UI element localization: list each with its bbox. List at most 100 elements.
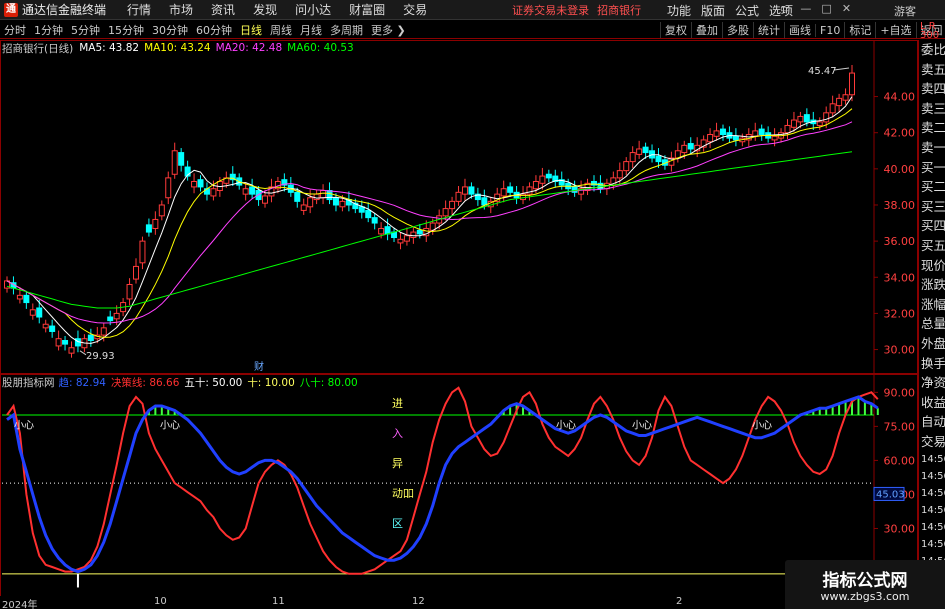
maximize-icon[interactable]: □	[821, 2, 831, 15]
chart-canvas[interactable]: 44.00 42.00 40.00 38.00 36.00 34.00 32.00 30.00…	[0, 40, 918, 596]
app-title: 通达信金融终端	[22, 3, 107, 17]
side-panel-item[interactable]: 卖一	[919, 138, 945, 158]
x-tick-label: 2024年	[2, 600, 38, 609]
draw-line-button[interactable]: 画线	[784, 22, 815, 38]
price-tick-label: 40.00	[884, 163, 916, 176]
statistics-button[interactable]: 统计	[753, 22, 784, 38]
candle-body	[829, 103, 836, 114]
candle-body	[629, 152, 636, 163]
price-tick-label: 38.00	[884, 199, 916, 212]
candle-body	[449, 200, 456, 210]
side-panel-item[interactable]: 总量	[919, 314, 945, 334]
side-panel-item[interactable]: 14:56	[919, 451, 945, 468]
candle-body	[732, 135, 739, 141]
menu-wealth-circle[interactable]: 财富圈	[340, 1, 394, 18]
side-panel-item[interactable]: 14:56	[919, 485, 945, 502]
close-icon[interactable]: ✕	[842, 2, 851, 15]
side-panel-item[interactable]: 卖四	[919, 79, 945, 99]
period-15min[interactable]: 15分钟	[104, 22, 148, 38]
ma60-label: MA60: 40.53	[287, 42, 354, 54]
minimize-icon[interactable]: —	[800, 2, 811, 15]
side-panel-item[interactable]: 14:56	[919, 519, 945, 536]
login-warning[interactable]: 证券交易未登录	[512, 2, 589, 18]
side-panel-item[interactable]: 买四	[919, 216, 945, 236]
app-logo-icon: 通	[4, 2, 18, 17]
guest-login[interactable]: 游客	[894, 3, 916, 19]
side-panel-item[interactable]: 买一	[919, 158, 945, 178]
candle-body	[307, 197, 314, 208]
period-5min[interactable]: 5分钟	[67, 22, 104, 38]
candle-body	[545, 173, 552, 179]
period-1min[interactable]: 1分钟	[30, 22, 67, 38]
menu-discover[interactable]: 发现	[244, 1, 286, 18]
menu-quotes[interactable]: 行情	[118, 1, 160, 18]
candle-body	[133, 265, 140, 280]
menu-ask[interactable]: 问小达	[286, 1, 340, 18]
f10-button[interactable]: F10	[815, 23, 844, 37]
caution-label: 小心	[14, 420, 34, 432]
menu-formula[interactable]: 公式	[730, 2, 764, 19]
ten-param: 十: 10.00	[247, 376, 295, 389]
side-panel-item[interactable]: 买三	[919, 197, 945, 217]
side-panel-item[interactable]: 自动	[919, 412, 945, 432]
candle-body	[171, 150, 178, 175]
side-panel-item[interactable]: 净资	[919, 373, 945, 393]
candle-body	[16, 294, 23, 300]
candle-body	[165, 177, 172, 199]
side-panel-item[interactable]: 涨幅	[919, 295, 945, 315]
side-panel-item[interactable]: 14:56	[919, 536, 945, 553]
overlay-button[interactable]: 叠加	[691, 22, 722, 38]
menu-trade[interactable]: 交易	[394, 1, 436, 18]
period-intraday[interactable]: 分时	[0, 22, 30, 38]
current-stock-link[interactable]: 招商银行	[597, 2, 641, 18]
candle-body	[152, 218, 159, 229]
candle-body	[507, 186, 514, 193]
side-panel-item[interactable]: 交易	[919, 432, 945, 452]
candle-body	[842, 94, 849, 101]
candle-body	[371, 217, 378, 224]
candle-body	[139, 240, 146, 264]
price-tick-label: 32.00	[884, 307, 916, 320]
side-panel-item[interactable]: 卖二	[919, 118, 945, 138]
period-multi[interactable]: 多周期	[326, 22, 367, 38]
period-weekly[interactable]: 周线	[266, 22, 296, 38]
price-tick-label: 42.00	[884, 127, 916, 140]
side-panel-item[interactable]: 14:56	[919, 502, 945, 519]
add-watchlist-button[interactable]: +自选	[875, 22, 915, 38]
candle-body	[29, 309, 36, 316]
adjust-button[interactable]: 复权	[660, 22, 691, 38]
side-panel-item[interactable]: 涨跌	[919, 275, 945, 295]
side-panel-item[interactable]: 换手	[919, 354, 945, 374]
side-panel-item[interactable]: 收益	[919, 393, 945, 413]
candle-body	[442, 208, 449, 217]
candle-body	[68, 347, 75, 354]
restore-icon[interactable]: ▭	[780, 2, 790, 15]
period-30min[interactable]: 30分钟	[148, 22, 192, 38]
candle-body	[197, 179, 204, 188]
menu-market[interactable]: 市场	[160, 1, 202, 18]
period-monthly[interactable]: 月线	[296, 22, 326, 38]
side-panel-item[interactable]: 现价	[919, 256, 945, 276]
menu-news[interactable]: 资讯	[202, 1, 244, 18]
menu-layout[interactable]: 版面	[696, 2, 730, 19]
caution-label: 小心	[160, 420, 180, 432]
indicator-name[interactable]: 股朋指标网	[2, 375, 55, 390]
mark-button[interactable]: 标记	[844, 22, 875, 38]
side-panel-item[interactable]: 卖三	[919, 99, 945, 119]
side-panel-item[interactable]: 委比	[919, 40, 945, 60]
candle-body	[771, 135, 778, 141]
period-60min[interactable]: 60分钟	[192, 22, 236, 38]
indicator-tick-label: 90.00	[884, 386, 916, 399]
side-panel-item[interactable]: 卖五	[919, 60, 945, 80]
period-more[interactable]: 更多 ❯	[367, 22, 410, 38]
side-panel-item[interactable]: 买五	[919, 236, 945, 256]
period-daily[interactable]: 日线	[236, 22, 266, 38]
multi-stock-button[interactable]: 多股	[722, 22, 753, 38]
menu-function[interactable]: 功能	[662, 2, 696, 19]
candle-body	[365, 209, 372, 219]
ma20-label: MA20: 42.48	[215, 42, 283, 54]
candle-body	[113, 312, 120, 320]
side-panel-item[interactable]: 14:56	[919, 468, 945, 485]
side-panel-item[interactable]: 外盘	[919, 334, 945, 354]
side-panel-item[interactable]: 买二	[919, 177, 945, 197]
